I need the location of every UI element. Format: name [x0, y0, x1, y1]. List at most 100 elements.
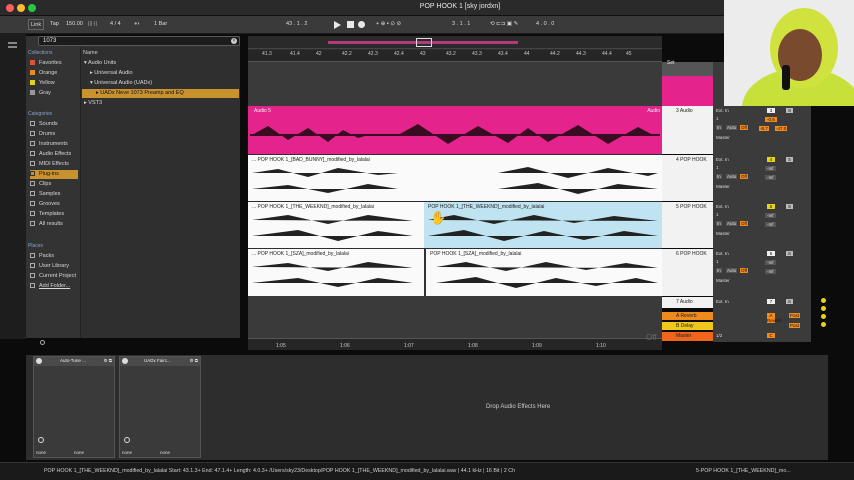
- input-channel[interactable]: 1: [716, 116, 719, 121]
- metronome-icon[interactable]: ●◐: [132, 19, 143, 30]
- clip-bad-bunny[interactable]: ... POP HOOK 1_[BAD_BUNNY]_modified_by_l…: [248, 155, 662, 201]
- send-field[interactable]: -Inf: [765, 269, 776, 274]
- play-icon[interactable]: [334, 21, 341, 29]
- track-activator[interactable]: 5: [767, 204, 775, 209]
- monitor-off-button[interactable]: Off: [740, 125, 748, 130]
- device-menu-icon[interactable]: ⚙ ⧉: [190, 358, 199, 364]
- monitor-off-button[interactable]: Off: [740, 174, 748, 179]
- preset-radio-icon[interactable]: [38, 437, 44, 443]
- return-a-activator[interactable]: A Reverb: [767, 313, 782, 323]
- return-a-post-button[interactable]: Post: [789, 313, 801, 318]
- category-drums[interactable]: Drums: [30, 130, 78, 139]
- send-a-field[interactable]: -8.7: [759, 126, 769, 131]
- category-audio-effects[interactable]: Audio Effects: [30, 150, 78, 159]
- place-current-project[interactable]: Current Project: [30, 272, 78, 281]
- track-activator[interactable]: 4: [767, 157, 775, 162]
- return-a-header[interactable]: A Reverb: [662, 312, 716, 320]
- record-icon[interactable]: [358, 21, 365, 28]
- device-menu-icon[interactable]: ⚙ ⧉: [104, 358, 113, 364]
- input-select[interactable]: Ext. In: [716, 299, 729, 304]
- monitor-in-button[interactable]: In: [716, 174, 722, 179]
- volume-field[interactable]: -Inf: [765, 260, 776, 265]
- browser-toggle-icon[interactable]: [8, 42, 17, 44]
- category-grooves[interactable]: Grooves: [30, 200, 78, 209]
- track-activator[interactable]: 6: [767, 251, 775, 256]
- return-b-post-button[interactable]: Post: [789, 323, 801, 328]
- monitor-auto-button[interactable]: Auto: [726, 125, 738, 130]
- category-samples[interactable]: Samples: [30, 190, 78, 199]
- device-uadx-fairchild[interactable]: UADx Fairc... ⚙ ⧉ none none: [119, 356, 201, 458]
- collection-yellow[interactable]: Yellow: [30, 79, 78, 88]
- collection-orange[interactable]: Orange: [30, 69, 78, 78]
- output-select[interactable]: Master: [716, 135, 730, 140]
- preset-radio-icon[interactable]: [124, 437, 130, 443]
- place-packs[interactable]: Packs: [30, 252, 78, 261]
- loop-start-field[interactable]: 3 . 1 . 1: [450, 19, 472, 30]
- collection-favorites[interactable]: Favorites: [30, 59, 78, 68]
- device-drop-zone[interactable]: Drop Audio Effects Here: [206, 356, 826, 458]
- monitor-in-button[interactable]: In: [716, 125, 722, 130]
- monitor-auto-button[interactable]: Auto: [726, 221, 738, 226]
- track-header-3[interactable]: 3 Audio: [662, 106, 716, 154]
- tree-universal-audio-uadx[interactable]: ▾ Universal Audio (UADx): [90, 79, 152, 88]
- close-window-button[interactable]: [6, 4, 14, 12]
- monitor-auto-button[interactable]: Auto: [726, 268, 738, 273]
- place-add-folder[interactable]: Add Folder...: [30, 282, 78, 291]
- device-on-icon[interactable]: [36, 358, 42, 364]
- monitor-off-button[interactable]: Off: [740, 221, 748, 226]
- preset-select-2[interactable]: none: [74, 450, 84, 455]
- browser-search-input[interactable]: 1073 ×: [38, 36, 240, 46]
- master-header[interactable]: Master: [662, 332, 716, 341]
- clear-search-icon[interactable]: ×: [231, 38, 237, 44]
- input-channel[interactable]: 1: [716, 259, 719, 264]
- category-midi-effects[interactable]: MIDI Effects: [30, 160, 78, 169]
- volume-field[interactable]: -Inf: [765, 166, 776, 171]
- preview-icon[interactable]: [40, 340, 45, 345]
- output-select[interactable]: Master: [716, 278, 730, 283]
- nudge-icon[interactable]: |||·||: [86, 19, 99, 30]
- preset-select-2[interactable]: none: [160, 450, 170, 455]
- device-auto-tune[interactable]: Auto-Tune ... ⚙ ⧉ none none: [33, 356, 115, 458]
- track-activator[interactable]: 7: [767, 299, 775, 304]
- category-all-results[interactable]: All results: [30, 220, 78, 229]
- loop-length-field[interactable]: 4 . 0 . 0: [534, 19, 556, 30]
- name-column-header[interactable]: Name: [83, 49, 98, 58]
- category-instruments[interactable]: Instruments: [30, 140, 78, 149]
- preset-select[interactable]: none: [36, 450, 46, 455]
- overview-toggle-icon[interactable]: [8, 46, 17, 48]
- song-position-field[interactable]: 43 . 1 . 2: [284, 19, 309, 30]
- volume-field[interactable]: -0.6: [765, 117, 777, 122]
- category-sounds[interactable]: Sounds: [30, 120, 78, 129]
- monitor-auto-button[interactable]: Auto: [726, 174, 738, 179]
- clip-sza-a[interactable]: ... POP HOOK 1_[SZA]_modified_by_lalalai: [248, 249, 418, 296]
- volume-field[interactable]: -Inf: [765, 213, 776, 218]
- link-button[interactable]: Link: [28, 19, 45, 30]
- solo-button[interactable]: S: [786, 299, 793, 304]
- loop-switch-icon[interactable]: ⟲ ⊏⊐ ▣ ✎: [488, 19, 520, 30]
- preset-select[interactable]: none: [122, 450, 132, 455]
- category-plug-ins[interactable]: Plug-ins: [30, 170, 78, 179]
- output-select[interactable]: Master: [716, 184, 730, 189]
- input-select[interactable]: Ext. In: [716, 251, 729, 256]
- solo-button[interactable]: S: [786, 251, 793, 256]
- send-field[interactable]: -Inf: [765, 175, 776, 180]
- return-b-header[interactable]: B Delay: [662, 322, 716, 330]
- time-ruler[interactable]: 1:05 1:06 1:07 1:08 1:09 1:10: [248, 338, 662, 350]
- send-field[interactable]: -Inf: [765, 222, 776, 227]
- output-select[interactable]: Master: [716, 231, 730, 236]
- monitor-in-button[interactable]: In: [716, 268, 722, 273]
- stop-icon[interactable]: [347, 21, 354, 28]
- place-user-library[interactable]: User Library: [30, 262, 78, 271]
- monitor-in-button[interactable]: In: [716, 221, 722, 226]
- tempo-field[interactable]: 150.00: [64, 19, 85, 30]
- category-templates[interactable]: Templates: [30, 210, 78, 219]
- track-header-4[interactable]: 4 POP HOOK: [662, 155, 716, 201]
- input-channel[interactable]: 1: [716, 165, 719, 170]
- send-b-field[interactable]: -47.0: [775, 126, 788, 131]
- clip-weeknd-b-selected[interactable]: POP HOOK 1_[THE_WEEKND]_modified_by_lala…: [424, 202, 662, 248]
- track-header-5[interactable]: 5 POP HOOK: [662, 202, 716, 248]
- tree-audio-units[interactable]: ▾ Audio Units: [84, 59, 116, 68]
- master-pan[interactable]: C: [767, 333, 775, 338]
- tree-vst3[interactable]: ▸ VST3: [84, 99, 102, 108]
- input-channel[interactable]: 1: [716, 212, 719, 217]
